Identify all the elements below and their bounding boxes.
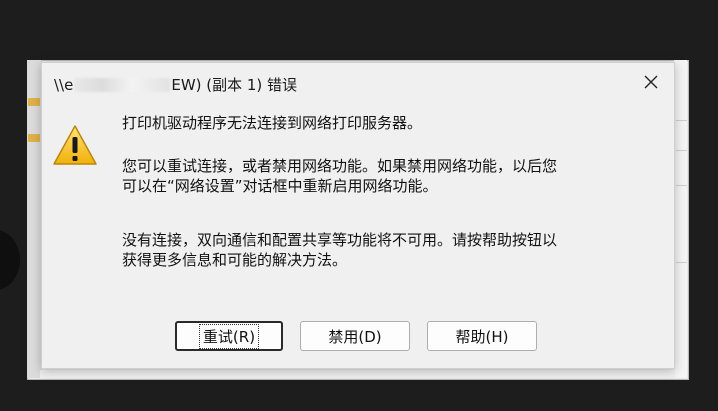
background-divider [676,262,687,263]
retry-button[interactable]: 重试(R) [175,321,283,351]
background-divider [676,185,687,186]
retry-button-label: 重试(R) [198,323,260,349]
background-right-panel [674,60,687,378]
dialog-title-suffix: EW) (副本 1) 错误 [171,76,298,94]
error-dialog: \\e EW) (副本 1) 错误 打印机驱动程序无法连接到网络打印服务器。 您可… [41,62,675,369]
warning-triangle-icon [53,125,97,165]
background-divider [676,150,687,151]
error-headline: 打印机驱动程序无法连接到网络打印服务器。 [122,114,423,132]
dialog-title: \\e EW) (副本 1) 错误 [54,74,297,95]
retry-explanation: 您可以重试连接，或者禁用网络功能。如果禁用网络功能，以后您 可以在“网络设置”对… [122,157,558,195]
dialog-title-prefix: \\e [54,76,74,94]
background-bottom-bar [40,370,675,378]
background-divider [676,120,687,121]
help-button-label: 帮助(H) [455,327,509,346]
feature-explanation: 没有连接，双向通信和配置共享等功能将不可用。请按帮助按钮以 获得更多信息和可能的… [122,231,558,269]
background-sidebar [27,60,42,378]
close-button[interactable] [638,69,664,95]
disable-button[interactable]: 禁用(D) [300,321,410,351]
disable-button-label: 禁用(D) [328,327,382,346]
folder-icon [28,98,40,106]
folder-icon [28,134,40,142]
help-button[interactable]: 帮助(H) [427,321,537,351]
redacted-name [74,78,171,92]
close-icon [644,75,658,89]
background-shape [0,230,20,290]
